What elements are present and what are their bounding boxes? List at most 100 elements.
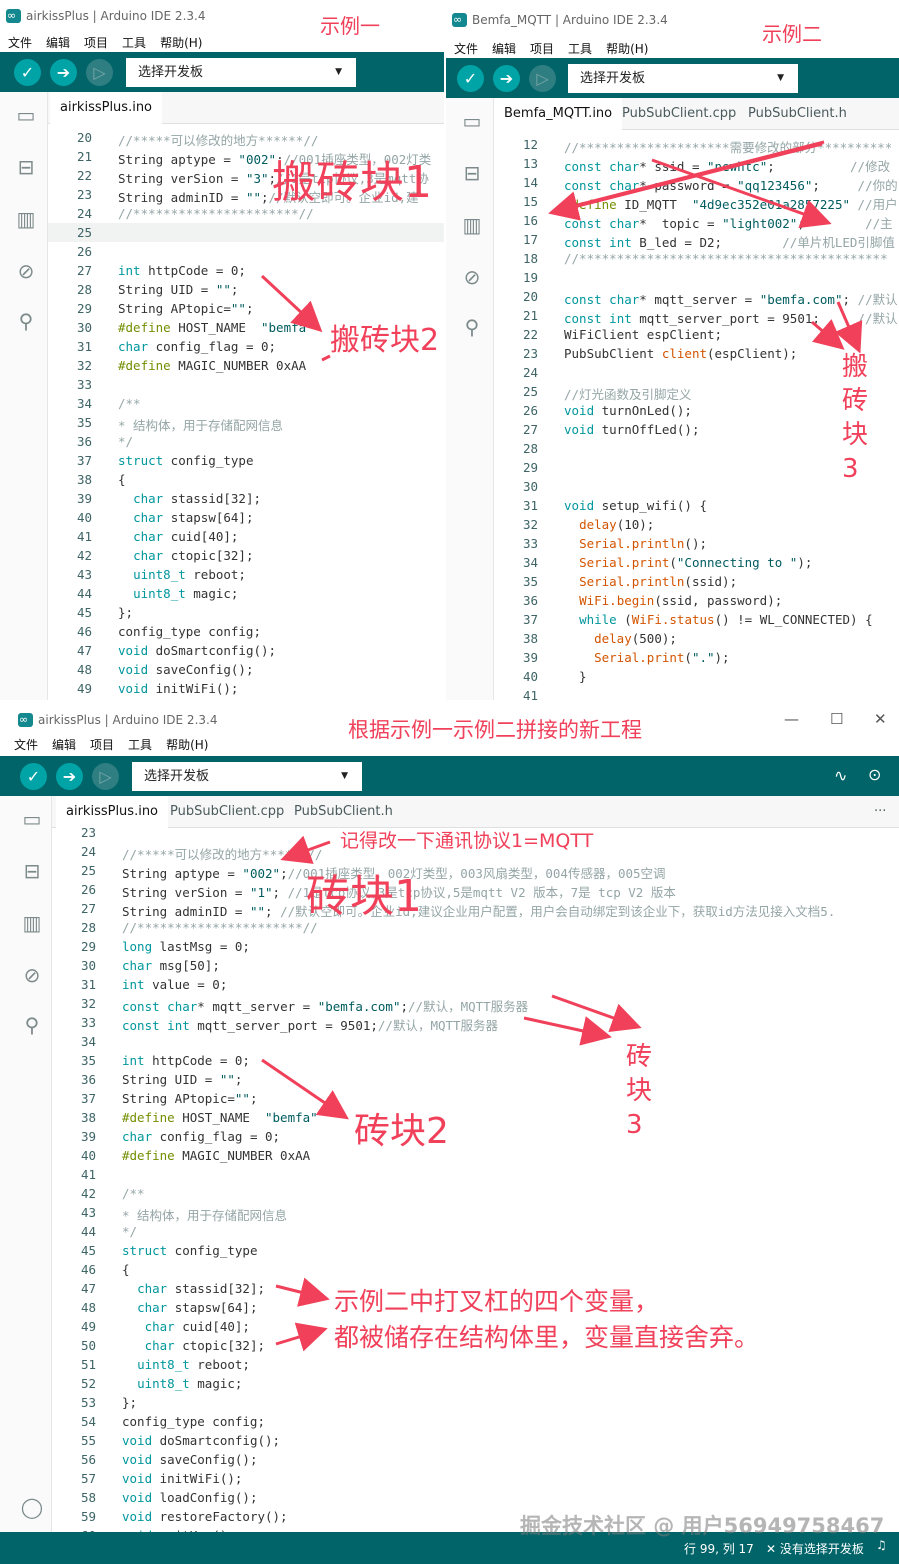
code-line[interactable]: const char* mqtt_server = "bemfa.com"; /… <box>564 289 898 308</box>
menu-tools[interactable]: 工具 <box>122 34 146 51</box>
code-line[interactable]: delay(500); <box>564 631 677 646</box>
code-line[interactable]: void saveConfig(); <box>118 662 253 677</box>
code-line[interactable]: uint8_t magic; <box>122 1376 242 1391</box>
code-line[interactable]: void doSmartconfig(); <box>122 1433 280 1448</box>
debugger-icon[interactable]: ▷ <box>86 59 113 86</box>
code-line[interactable]: uint8_t magic; <box>118 586 238 601</box>
code-line[interactable]: char config_flag = 0; <box>122 1129 280 1144</box>
search-icon[interactable]: ⚲ <box>14 310 38 332</box>
library-icon[interactable]: ▥ <box>460 214 484 236</box>
debugger-icon[interactable]: ▷ <box>92 763 119 790</box>
code-line[interactable]: char cuid[40]; <box>118 529 238 544</box>
code-line[interactable]: //**************************************… <box>564 251 888 266</box>
library-icon[interactable]: ▥ <box>20 912 44 934</box>
code-line[interactable]: const char* mqtt_server = "bemfa.com";//… <box>122 996 528 1015</box>
code-line[interactable]: /** <box>122 1186 145 1201</box>
board-selector[interactable]: 选择开发板 ▼ <box>126 58 356 87</box>
code-line[interactable]: void restoreFactory(); <box>122 1509 288 1524</box>
code-line[interactable]: int httpCode = 0; <box>122 1053 250 1068</box>
code-line[interactable]: String adminID = ""; //默认空即可。企业id,建议企业用户… <box>122 901 835 920</box>
code-line[interactable]: uint8_t reboot; <box>118 567 246 582</box>
code-line[interactable]: uint8_t reboot; <box>122 1357 250 1372</box>
code-line[interactable]: config_type config; <box>122 1414 265 1429</box>
code-line[interactable]: PubSubClient client(espClient); <box>564 346 797 361</box>
code-editor[interactable]: 20//*****可以修改的地方******//21 String aptype … <box>48 124 444 700</box>
code-line[interactable]: struct config_type <box>122 1243 257 1258</box>
boards-icon[interactable]: ⊟ <box>460 162 484 184</box>
code-line[interactable]: /** <box>118 396 141 411</box>
tab-airkissplus-ino[interactable]: airkissPlus.ino <box>50 92 163 124</box>
code-line[interactable]: }; <box>122 1395 137 1410</box>
code-line[interactable]: const char* topic = "light002"; //主 <box>564 213 893 232</box>
menu-tools[interactable]: 工具 <box>128 736 152 753</box>
code-line[interactable]: void turnOnLed(); <box>564 403 692 418</box>
minimize-icon[interactable]: — <box>784 710 799 728</box>
code-line[interactable]: Serial.println(ssid); <box>564 574 737 589</box>
menu-help[interactable]: 帮助(H) <box>166 736 208 753</box>
code-line[interactable]: void loadConfig(); <box>122 1490 257 1505</box>
code-line[interactable]: void doSmartconfig(); <box>118 643 276 658</box>
code-line[interactable]: struct config_type <box>118 453 253 468</box>
search-icon[interactable]: ⚲ <box>20 1014 44 1036</box>
code-line[interactable]: void initWiFi(); <box>122 1471 242 1486</box>
boards-icon[interactable]: ⊟ <box>14 156 38 178</box>
code-line[interactable]: const char* ssid = "newhtc"; //修改 <box>564 156 890 175</box>
code-line[interactable]: int value = 0; <box>122 977 227 992</box>
code-line[interactable]: long lastMsg = 0; <box>122 939 250 954</box>
code-line[interactable]: */ <box>118 434 133 449</box>
code-line[interactable]: //*****可以修改的地方******// <box>122 844 322 863</box>
code-line[interactable]: String UID = ""; <box>122 1072 242 1087</box>
code-line[interactable]: #define ID_MQTT "4d9ec352e01a2857225" //… <box>564 194 898 213</box>
code-line[interactable]: * 结构体，用于存储配网信息 <box>118 415 283 434</box>
upload-icon[interactable]: ➔ <box>50 59 77 86</box>
code-line[interactable]: delay(10); <box>564 517 654 532</box>
code-line[interactable]: char stassid[32]; <box>122 1281 265 1296</box>
menu-sketch[interactable]: 项目 <box>90 736 114 753</box>
account-icon[interactable]: ◯ <box>20 1496 44 1518</box>
code-line[interactable]: { <box>122 1262 130 1277</box>
folder-icon[interactable]: ▭ <box>460 110 484 132</box>
code-line[interactable]: void turnOffLed(); <box>564 422 699 437</box>
menu-help[interactable]: 帮助(H) <box>606 40 648 57</box>
verify-icon[interactable]: ✓ <box>14 59 41 86</box>
code-line[interactable]: }; <box>118 605 133 620</box>
code-line[interactable]: } <box>564 669 587 684</box>
tab-pubsubclient-cpp[interactable]: PubSubClient.cpp <box>160 796 294 828</box>
code-line[interactable]: void setup_wifi() { <box>564 498 707 513</box>
code-line[interactable]: Serial.print("Connecting to "); <box>564 555 812 570</box>
bell-icon[interactable]: ♫ <box>876 1538 887 1552</box>
code-line[interactable]: Serial.print("."); <box>564 650 729 665</box>
folder-icon[interactable]: ▭ <box>14 104 38 126</box>
code-line[interactable]: const char* password = "qq123456"; //你的 <box>564 175 898 194</box>
board-status[interactable]: ✕ 没有选择开发板 <box>766 1540 864 1557</box>
boards-icon[interactable]: ⊟ <box>20 860 44 882</box>
tab-pubsubclient-cpp[interactable]: PubSubClient.cpp <box>612 98 746 130</box>
code-editor[interactable]: 23 24//*****可以修改的地方******//25 String aptyp… <box>52 825 899 1543</box>
code-line[interactable]: char stapsw[64]; <box>118 510 253 525</box>
board-selector[interactable]: 选择开发板 ▼ <box>568 64 798 93</box>
code-line[interactable]: */ <box>122 1224 137 1239</box>
menu-edit[interactable]: 编辑 <box>46 34 70 51</box>
menu-help[interactable]: 帮助(H) <box>160 34 202 51</box>
code-line[interactable]: const int B_led = D2; //单片机LED引脚值 <box>564 232 895 251</box>
serial-monitor-icon[interactable]: ⊙ <box>868 765 881 784</box>
code-line[interactable]: String UID = ""; <box>118 282 238 297</box>
code-line[interactable]: char stassid[32]; <box>118 491 261 506</box>
tab-airkissplus-ino[interactable]: airkissPlus.ino <box>56 796 169 828</box>
menu-file[interactable]: 文件 <box>14 736 38 753</box>
menu-tools[interactable]: 工具 <box>568 40 592 57</box>
debugger-icon[interactable]: ▷ <box>529 65 556 92</box>
code-line[interactable]: #define MAGIC_NUMBER 0xAA <box>118 358 306 373</box>
maximize-icon[interactable]: ☐ <box>830 710 843 728</box>
code-line[interactable]: #define HOST_NAME "bemfa" <box>122 1110 318 1125</box>
code-line[interactable]: * 结构体，用于存储配网信息 <box>122 1205 287 1224</box>
code-line[interactable]: const int mqtt_server_port = 9501; //默认 <box>564 308 898 327</box>
tab-bemfa-mqtt-ino[interactable]: Bemfa_MQTT.ino <box>494 98 623 130</box>
serial-plotter-icon[interactable]: ∿ <box>834 766 847 785</box>
code-line[interactable]: char stapsw[64]; <box>122 1300 257 1315</box>
close-icon[interactable]: ✕ <box>874 710 887 728</box>
code-line[interactable]: { <box>118 472 126 487</box>
debug-icon[interactable]: ⊘ <box>14 260 38 282</box>
code-line[interactable]: WiFi.begin(ssid, password); <box>564 593 782 608</box>
menu-file[interactable]: 文件 <box>8 34 32 51</box>
